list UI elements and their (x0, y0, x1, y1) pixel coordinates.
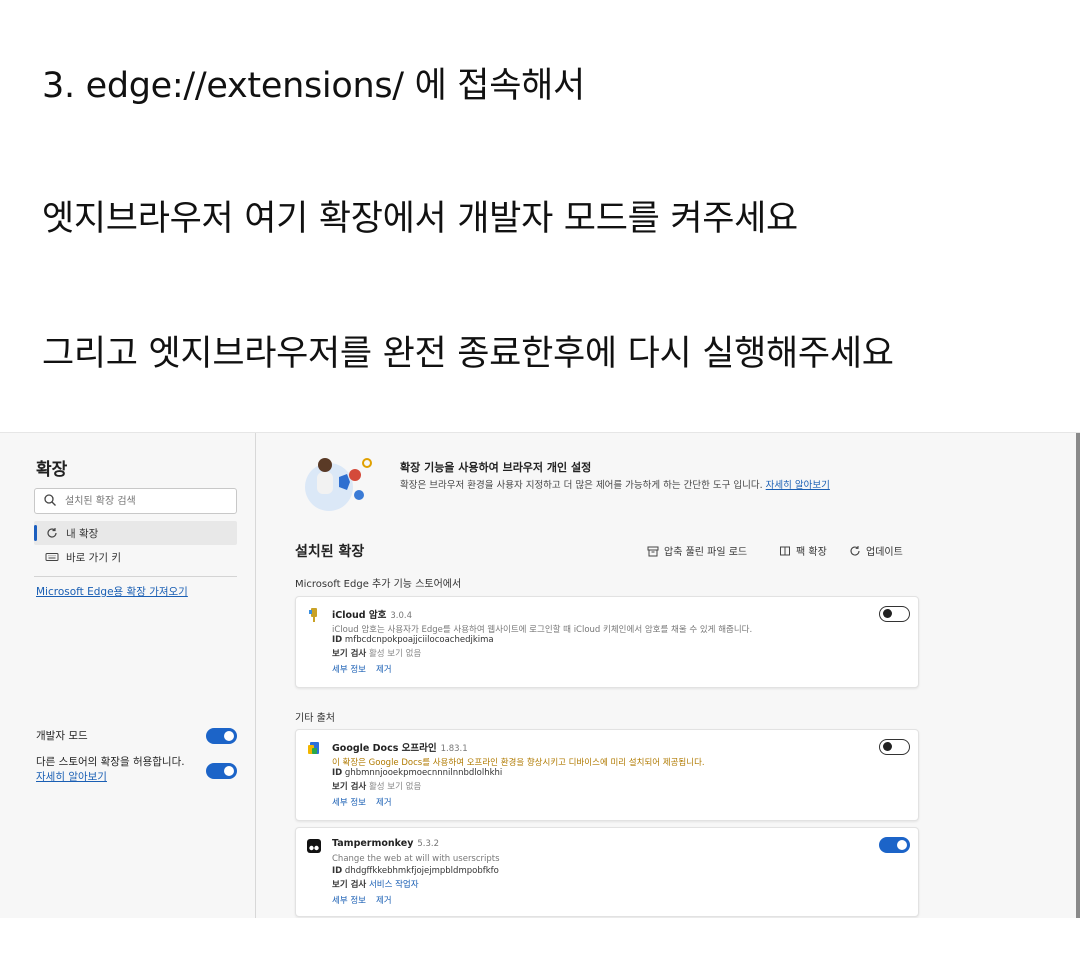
details-link[interactable]: 세부 정보 (332, 665, 366, 675)
id-label: ID (332, 635, 343, 645)
active-indicator (34, 525, 37, 541)
package-icon (780, 546, 790, 555)
extension-description: iCloud 암호는 사용자가 Edge를 사용하여 웹사이트에 로그인할 때 … (332, 625, 753, 635)
extension-version: 5.3.2 (417, 839, 440, 849)
extension-actions: 세부 정보 제거 (332, 796, 402, 808)
details-link[interactable]: 세부 정보 (332, 798, 366, 808)
extension-version: 3.0.4 (390, 611, 413, 621)
id-value: mfbcdcnpokpoajjciilocoachedjkima (344, 635, 494, 645)
extension-inspect-views: 보기 검사 활성 보기 없음 (332, 647, 421, 659)
allow-other-stores-learn-more-link[interactable]: 자세히 알아보기 (36, 769, 107, 784)
search-input[interactable] (65, 492, 230, 510)
instruction-line-1: 3. edge://extensions/ 에 접속해서 (42, 66, 585, 106)
extension-card-icloud: iCloud 암호 3.0.4 iCloud 암호는 사용자가 Edge를 사용하… (295, 596, 919, 688)
extension-name: iCloud 암호 3.0.4 (332, 607, 412, 621)
id-value: ghbmnnjooekpmoecnnnilnnbdlolhkhi (344, 768, 503, 778)
sidebar-item-label: 내 확장 (66, 528, 99, 540)
extension-name: Tampermonkey 5.3.2 (332, 838, 439, 849)
extension-card-tampermonkey: Tampermonkey 5.3.2 Change the web at will… (295, 827, 919, 917)
inspect-label: 보기 검사 (332, 782, 367, 792)
extension-description: 이 확장은 Google Docs를 사용하여 오프라인 환경을 향상시키고 디… (332, 758, 705, 768)
instruction-line-2: 엣지브라우저 여기 확장에서 개발자 모드를 켜주세요 (42, 199, 798, 239)
sidebar: 확장 내 확장 바로 가기 키 Micro (0, 433, 256, 918)
developer-mode-label: 개발자 모드 (36, 730, 88, 742)
google-docs-icon (308, 742, 319, 754)
inspect-label: 보기 검사 (332, 649, 367, 659)
extension-id: ID ghbmnnjooekpmoecnnnilnnbdlolhkhi (332, 768, 502, 778)
remove-link[interactable]: 제거 (376, 665, 392, 675)
installed-extensions-title: 설치된 확장 (295, 544, 365, 560)
developer-mode-toggle[interactable] (206, 728, 237, 744)
extension-enable-toggle[interactable] (879, 606, 910, 622)
inspect-value: 활성 보기 없음 (368, 649, 422, 659)
update-label: 업데이트 (866, 547, 903, 558)
id-label: ID (332, 768, 343, 778)
extension-id: ID mfbcdcnpokpoajjciilocoachedjkima (332, 635, 494, 645)
extension-description: Change the web at will with userscripts (332, 854, 500, 864)
refresh-icon (47, 528, 57, 538)
extension-name-text: Tampermonkey (332, 838, 414, 849)
sidebar-divider (34, 576, 237, 577)
get-extensions-link[interactable]: Microsoft Edge용 확장 가져오기 (36, 584, 188, 599)
pack-extension-label: 팩 확장 (796, 547, 827, 558)
tampermonkey-icon (307, 839, 321, 853)
instruction-line-3: 그리고 엣지브라우저를 완전 종료한후에 다시 실행해주세요 (42, 334, 894, 374)
sidebar-item-my-extensions[interactable]: 내 확장 (34, 521, 237, 545)
hero-description-text: 확장은 브라우저 환경을 사용자 지정하고 더 많은 제어를 가능하게 하는 간… (400, 480, 763, 491)
extension-id: ID dhdgffkkebhmkfjojejmpbldmpobfkfo (332, 866, 499, 876)
search-icon (44, 494, 56, 506)
hero-illustration (305, 458, 372, 511)
extension-actions: 세부 정보 제거 (332, 894, 402, 906)
search-box[interactable] (34, 488, 237, 514)
refresh-icon (850, 545, 860, 556)
extension-name-text: Google Docs 오프라인 (332, 743, 437, 754)
id-value: dhdgffkkebhmkfjojejmpbldmpobfkfo (344, 866, 499, 876)
main-content: 확장 기능을 사용하여 브라우저 개인 설정 확장은 브라우저 환경을 사용자 … (257, 433, 1076, 918)
load-unpacked-label: 압축 풀린 파일 로드 (664, 547, 748, 558)
sidebar-title: 확장 (36, 460, 68, 480)
load-unpacked-button[interactable]: 압축 풀린 파일 로드 (647, 543, 747, 558)
sidebar-item-label: 바로 가기 키 (66, 552, 121, 564)
extension-card-google-docs: Google Docs 오프라인 1.83.1 이 확장은 Google Docs… (295, 729, 919, 821)
inspect-label: 보기 검사 (332, 880, 367, 890)
allow-other-stores-label: 다른 스토어의 확장을 허용합니다. (36, 756, 185, 768)
details-link[interactable]: 세부 정보 (332, 896, 366, 906)
extension-name: Google Docs 오프라인 1.83.1 (332, 740, 468, 754)
extension-version: 1.83.1 (440, 744, 468, 754)
allow-other-stores-toggle[interactable] (206, 763, 237, 779)
scrollbar[interactable] (1076, 433, 1080, 918)
sidebar-item-shortcuts[interactable]: 바로 가기 키 (34, 545, 237, 569)
extension-name-text: iCloud 암호 (332, 610, 387, 621)
store-section-label: Microsoft Edge 추가 기능 스토어에서 (295, 579, 462, 590)
extensions-screenshot: 확장 내 확장 바로 가기 키 Micro (0, 432, 1080, 918)
key-icon (309, 608, 317, 622)
keyboard-icon (45, 553, 59, 561)
hero-description: 확장은 브라우저 환경을 사용자 지정하고 더 많은 제어를 가능하게 하는 간… (400, 478, 830, 493)
service-worker-link[interactable]: 서비스 작업자 (369, 880, 419, 890)
archive-icon (647, 546, 659, 556)
extension-actions: 세부 정보 제거 (332, 663, 402, 675)
extension-enable-toggle[interactable] (879, 739, 910, 755)
remove-link[interactable]: 제거 (376, 798, 392, 808)
extension-inspect-views: 보기 검사 서비스 작업자 (332, 878, 419, 890)
id-label: ID (332, 866, 343, 876)
pack-extension-button[interactable]: 팩 확장 (779, 543, 827, 558)
extension-enable-toggle[interactable] (879, 837, 910, 853)
extension-inspect-views: 보기 검사 활성 보기 없음 (332, 780, 421, 792)
hero-title: 확장 기능을 사용하여 브라우저 개인 설정 (400, 461, 592, 474)
update-button[interactable]: 업데이트 (849, 543, 903, 558)
hero-learn-more-link[interactable]: 자세히 알아보기 (766, 480, 830, 491)
inspect-value: 활성 보기 없음 (368, 782, 422, 792)
other-sources-section-label: 기타 출처 (295, 713, 335, 724)
remove-link[interactable]: 제거 (376, 896, 392, 906)
